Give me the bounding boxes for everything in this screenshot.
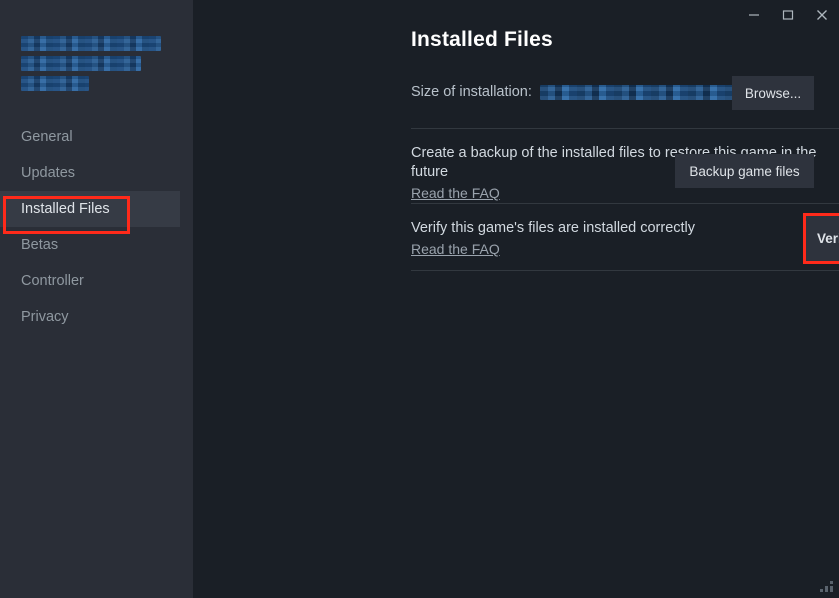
maximize-icon bbox=[782, 9, 794, 21]
divider bbox=[411, 270, 839, 271]
resize-grip[interactable] bbox=[818, 577, 833, 592]
size-of-installation-row: Size of installation: bbox=[411, 84, 780, 100]
sidebar-item-updates[interactable]: Updates bbox=[0, 155, 193, 191]
close-button[interactable] bbox=[805, 0, 839, 30]
grip-dot bbox=[825, 589, 828, 592]
verify-row-description: Verify this game's files are installed c… bbox=[411, 219, 839, 260]
sidebar-item-label: General bbox=[21, 129, 73, 145]
sidebar-item-label: Controller bbox=[21, 273, 84, 289]
browse-button[interactable]: Browse... bbox=[732, 76, 814, 110]
redacted-game-title-line-3 bbox=[21, 76, 89, 91]
sidebar-item-label: Installed Files bbox=[21, 201, 110, 217]
grip-dot bbox=[820, 589, 823, 592]
redacted-game-title-line-1 bbox=[21, 36, 161, 51]
backup-read-the-faq-link[interactable]: Read the FAQ bbox=[411, 184, 500, 203]
sidebar-item-general[interactable]: General bbox=[0, 119, 193, 155]
steam-game-properties-window: General Updates Installed Files Betas Co… bbox=[0, 0, 839, 598]
sidebar-item-label: Betas bbox=[21, 237, 58, 253]
maximize-button[interactable] bbox=[771, 0, 805, 30]
main-panel: Installed Files Size of installation: Br… bbox=[193, 0, 839, 598]
sidebar-item-label: Updates bbox=[21, 165, 75, 181]
annotation-box-verify-integrity: Verify integrity of game files bbox=[803, 213, 839, 264]
divider bbox=[411, 203, 839, 204]
minimize-icon bbox=[748, 9, 760, 21]
sidebar: General Updates Installed Files Betas Co… bbox=[0, 0, 193, 598]
sidebar-item-label: Privacy bbox=[21, 309, 69, 325]
sidebar-item-privacy[interactable]: Privacy bbox=[0, 299, 193, 335]
grip-dot bbox=[830, 581, 833, 584]
size-of-installation-label: Size of installation: bbox=[411, 84, 532, 100]
verify-read-the-faq-link[interactable]: Read the FAQ bbox=[411, 240, 500, 259]
verify-description-text: Verify this game's files are installed c… bbox=[411, 220, 695, 236]
sidebar-item-controller[interactable]: Controller bbox=[0, 263, 193, 299]
grip-dot bbox=[830, 589, 833, 592]
minimize-button[interactable] bbox=[737, 0, 771, 30]
sidebar-nav: General Updates Installed Files Betas Co… bbox=[0, 119, 193, 335]
page-title: Installed Files bbox=[411, 28, 553, 52]
close-icon bbox=[816, 9, 828, 21]
sidebar-item-betas[interactable]: Betas bbox=[0, 227, 193, 263]
divider bbox=[411, 128, 839, 129]
verify-integrity-of-game-files-button[interactable]: Verify integrity of game files bbox=[806, 216, 839, 261]
backup-game-files-button[interactable]: Backup game files bbox=[675, 154, 814, 188]
redacted-game-title-line-2 bbox=[21, 56, 141, 71]
window-titlebar bbox=[737, 0, 839, 34]
sidebar-item-installed-files[interactable]: Installed Files bbox=[0, 191, 180, 227]
